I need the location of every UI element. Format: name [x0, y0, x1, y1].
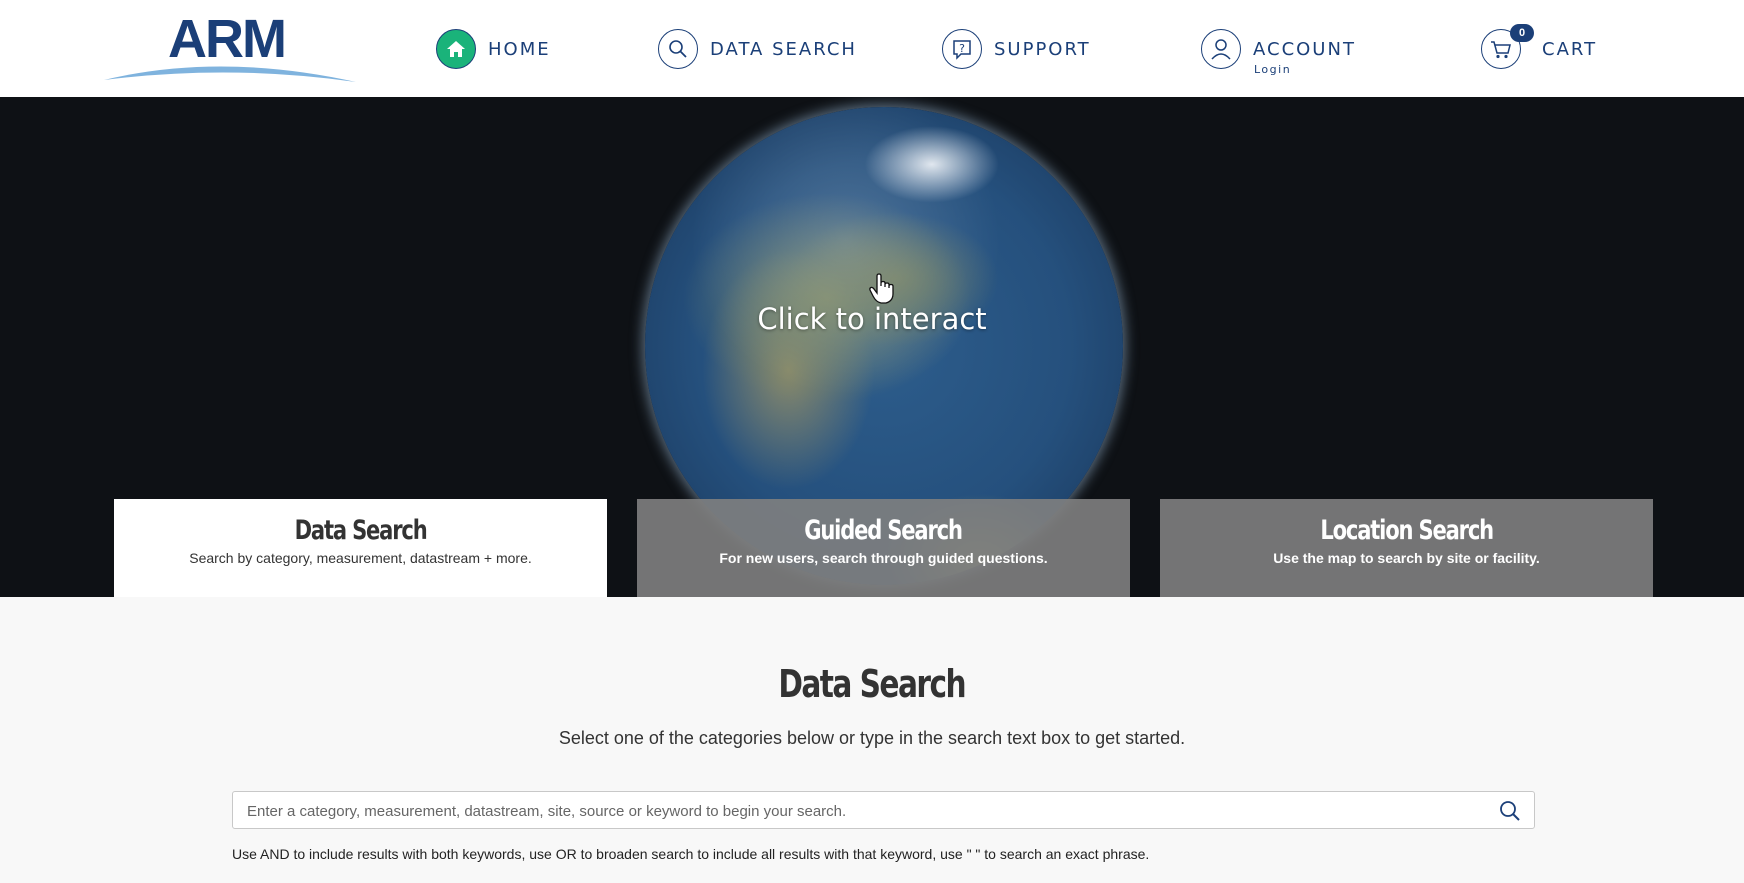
arm-logo[interactable]: ARM [100, 8, 360, 88]
page-subtitle: Select one of the categories below or ty… [558, 728, 1186, 748]
logo-swoosh-icon [104, 66, 356, 82]
page-title: Data Search [0, 662, 1744, 706]
nav-account-label: ACCOUNT [1253, 38, 1356, 60]
nav-support-label: SUPPORT [994, 38, 1091, 60]
tab-data-search-title: Data Search [294, 515, 428, 546]
nav-home-label: HOME [488, 38, 551, 60]
search-submit-icon[interactable] [1498, 799, 1522, 823]
cart-icon: 0 [1481, 24, 1534, 69]
tab-data-search-desc: Search by category, measurement, datastr… [189, 550, 532, 566]
tab-guided-search[interactable]: Guided Search For new users, search thro… [637, 499, 1130, 597]
svg-text:?: ? [959, 42, 965, 55]
nav-account-login-link[interactable]: Login [1254, 63, 1291, 76]
nav-home[interactable]: HOME [436, 27, 551, 71]
data-search-panel: Data Search Select one of the categories… [0, 597, 1744, 883]
nav-data-search[interactable]: DATA SEARCH [658, 27, 857, 71]
nav-cart[interactable]: 0 CART [1481, 24, 1598, 71]
home-icon [436, 29, 476, 69]
help-icon: ? [942, 29, 982, 69]
nav-account[interactable]: ACCOUNT Login [1201, 27, 1356, 76]
tab-guided-search-desc: For new users, search through guided que… [719, 550, 1048, 566]
user-icon [1201, 29, 1241, 69]
tab-location-search-title: Location Search [1320, 515, 1494, 546]
hand-pointer-icon [869, 273, 894, 304]
search-icon [658, 29, 698, 69]
search-input[interactable] [245, 792, 1469, 830]
site-header: ARM HOME DATA SEARCH ? SUPPORT ACCOUNT L… [0, 0, 1744, 97]
hero-globe-section: Click to interact Data Search Search by … [0, 97, 1744, 597]
nav-cart-label: CART [1542, 38, 1598, 60]
cart-count-badge: 0 [1510, 24, 1534, 42]
tab-guided-search-title: Guided Search [804, 515, 964, 546]
tab-data-search[interactable]: Data Search Search by category, measurem… [114, 499, 607, 597]
nav-support[interactable]: ? SUPPORT [942, 27, 1091, 71]
tab-location-search-desc: Use the map to search by site or facilit… [1273, 550, 1540, 566]
tab-location-search[interactable]: Location Search Use the map to search by… [1160, 499, 1653, 597]
nav-data-search-label: DATA SEARCH [710, 38, 857, 60]
search-bar [232, 791, 1535, 830]
globe-interact-hint[interactable]: Click to interact [0, 302, 1744, 336]
page-title-text: Data Search [778, 662, 967, 706]
search-help-text: Use AND to include results with both key… [232, 846, 1150, 862]
